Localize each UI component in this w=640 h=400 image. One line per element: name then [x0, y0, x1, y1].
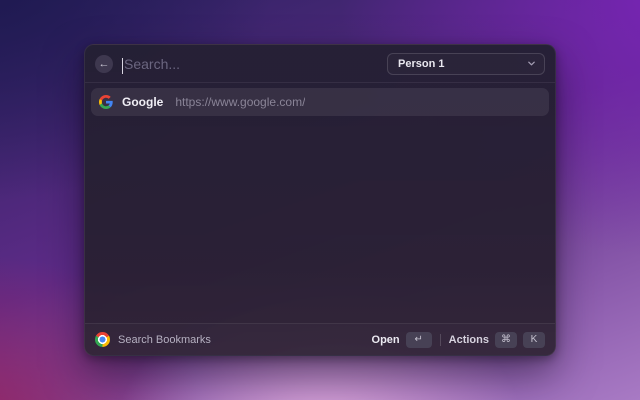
- footer: Search Bookmarks Open ↵ Actions ⌘ K: [85, 323, 555, 355]
- list-item-subtitle: https://www.google.com/: [175, 95, 306, 109]
- google-favicon-icon: [99, 95, 113, 109]
- open-label[interactable]: Open: [372, 334, 400, 346]
- chrome-icon: [95, 332, 110, 347]
- back-arrow-icon: ←: [98, 57, 110, 70]
- footer-divider: [439, 333, 441, 346]
- footer-app-label: Search Bookmarks: [118, 333, 211, 346]
- list-item-title: Google: [122, 95, 164, 109]
- k-key-icon: K: [523, 331, 545, 348]
- header: ← Person 1: [85, 45, 555, 82]
- search-field-wrap: [122, 55, 378, 74]
- search-input[interactable]: [122, 55, 378, 72]
- list-item[interactable]: Google https://www.google.com/: [91, 88, 549, 116]
- chevron-down-icon: [528, 61, 535, 66]
- desktop-background: ← Person 1: [0, 0, 640, 400]
- back-button[interactable]: ←: [95, 54, 113, 73]
- text-caret: [122, 57, 123, 74]
- person-dropdown[interactable]: Person 1: [387, 52, 545, 75]
- actions-button[interactable]: Actions: [449, 334, 489, 346]
- results-list: Google https://www.google.com/: [85, 83, 555, 323]
- footer-actions: Open ↵ Actions ⌘ K: [372, 331, 545, 348]
- command-key-icon: ⌘: [495, 331, 517, 348]
- dropdown-value: Person 1: [398, 57, 445, 70]
- launcher-window: ← Person 1: [84, 44, 556, 356]
- return-key-icon: ↵: [405, 331, 432, 348]
